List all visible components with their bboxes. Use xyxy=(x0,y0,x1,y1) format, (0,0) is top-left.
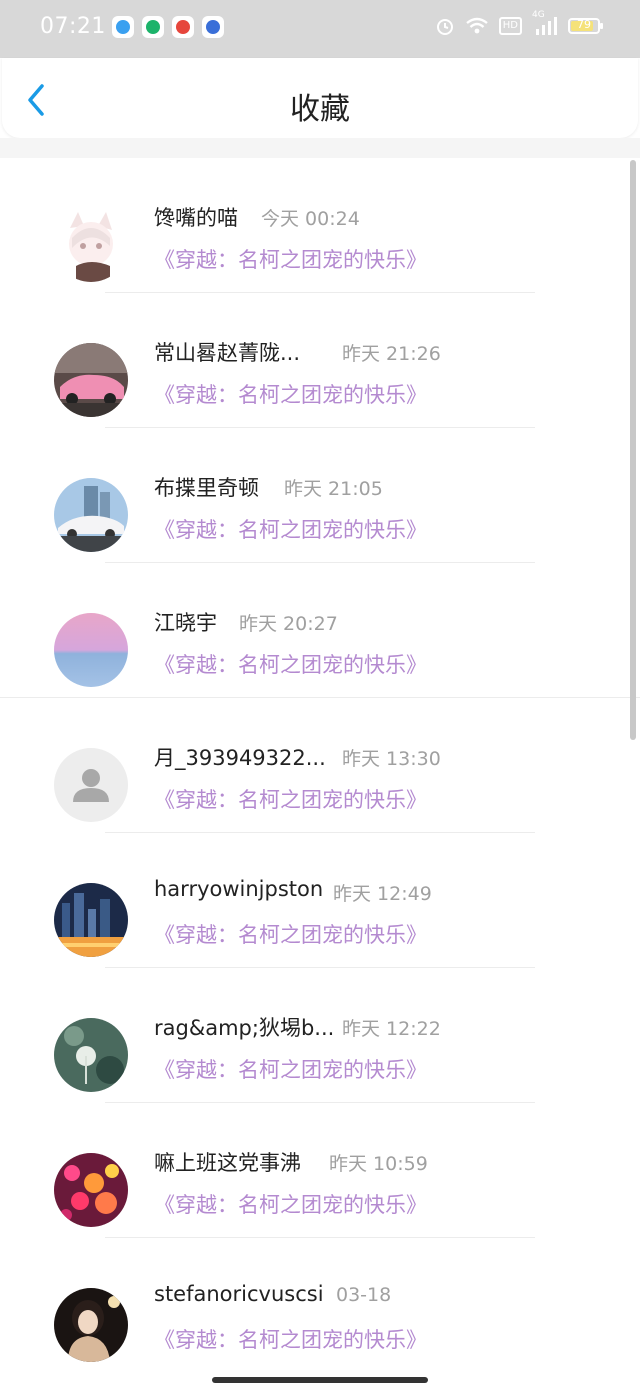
avatar[interactable] xyxy=(54,1288,128,1362)
book-title[interactable]: 《穿越：名柯之团宠的快乐》 xyxy=(154,379,427,409)
book-title[interactable]: 《穿越：名柯之团宠的快乐》 xyxy=(154,919,427,949)
favorites-list: 馋嘴的喵 今天 00:24 《穿越：名柯之团宠的快乐》 常山晷赵菁陇... 昨天… xyxy=(0,158,640,1373)
list-item[interactable]: 嘛上班这党事沸 昨天 10:59 《穿越：名柯之团宠的快乐》 xyxy=(0,1103,640,1238)
list-item[interactable]: 常山晷赵菁陇... 昨天 21:26 《穿越：名柯之团宠的快乐》 xyxy=(0,293,640,428)
list-item[interactable]: rag&amp;狄埸b... 昨天 12:22 《穿越：名柯之团宠的快乐》 xyxy=(0,968,640,1103)
user-name[interactable]: 布揲里奇顿 xyxy=(154,472,259,502)
list-item[interactable]: 布揲里奇顿 昨天 21:05 《穿越：名柯之团宠的快乐》 xyxy=(0,428,640,563)
alarm-icon xyxy=(435,16,455,36)
signal-icon: 4G xyxy=(532,10,558,36)
favorite-time: 昨天 21:26 xyxy=(342,343,441,365)
home-indicator[interactable] xyxy=(212,1377,428,1383)
header-spacer xyxy=(0,138,640,158)
map-pin-app-icon xyxy=(172,16,194,38)
hd-icon: HD xyxy=(498,17,522,35)
user-name[interactable]: 江晓宇 xyxy=(154,607,217,637)
favorite-time: 今天 00:24 xyxy=(261,208,360,230)
user-name[interactable]: stefanoricvuscsi xyxy=(154,1282,324,1306)
status-time: 07:21 xyxy=(40,14,106,39)
book-title[interactable]: 《穿越：名柯之团宠的快乐》 xyxy=(154,514,427,544)
avatar[interactable] xyxy=(54,748,128,822)
scrollbar[interactable] xyxy=(630,160,636,740)
avatar[interactable] xyxy=(54,1153,128,1227)
book-title[interactable]: 《穿越：名柯之团宠的快乐》 xyxy=(154,1324,427,1354)
page-title: 收藏 xyxy=(290,92,350,127)
avatar[interactable] xyxy=(54,208,128,282)
system-icons: HD 4G 79 xyxy=(435,10,603,36)
user-name[interactable]: harryowinjpston xyxy=(154,877,323,901)
favorite-time: 昨天 12:49 xyxy=(333,883,432,905)
book-title[interactable]: 《穿越：名柯之团宠的快乐》 xyxy=(154,649,427,679)
user-name[interactable]: 常山晷赵菁陇... xyxy=(154,337,300,367)
user-name[interactable]: 嘛上班这党事沸 xyxy=(154,1147,301,1177)
favorite-time: 昨天 13:30 xyxy=(342,748,441,770)
wifi-icon xyxy=(465,16,489,36)
avatar[interactable] xyxy=(54,1018,128,1092)
notification-icons xyxy=(112,16,224,40)
favorite-time: 昨天 10:59 xyxy=(329,1153,428,1175)
book-title[interactable]: 《穿越：名柯之团宠的快乐》 xyxy=(154,1189,427,1219)
user-name[interactable]: 月_393949322... xyxy=(154,742,326,772)
avatar[interactable] xyxy=(54,613,128,687)
list-item[interactable]: 馋嘴的喵 今天 00:24 《穿越：名柯之团宠的快乐》 xyxy=(0,158,640,293)
battery-level: 79 xyxy=(577,18,591,31)
user-name[interactable]: 馋嘴的喵 xyxy=(154,202,238,232)
edge-browser-icon xyxy=(142,16,164,38)
browser-notification-icon xyxy=(112,16,134,38)
list-item[interactable]: 江晓宇 昨天 20:27 《穿越：名柯之团宠的快乐》 xyxy=(0,563,640,698)
avatar[interactable] xyxy=(54,343,128,417)
battery-icon: 79 xyxy=(568,18,603,34)
favorite-time: 昨天 20:27 xyxy=(239,613,338,635)
favorite-time: 03-18 xyxy=(336,1284,392,1306)
book-title[interactable]: 《穿越：名柯之团宠的快乐》 xyxy=(154,784,427,814)
user-name[interactable]: rag&amp;狄埸b... xyxy=(154,1012,334,1042)
list-item[interactable]: stefanoricvuscsi 03-18 《穿越：名柯之团宠的快乐》 xyxy=(0,1238,640,1373)
avatar[interactable] xyxy=(54,478,128,552)
book-title[interactable]: 《穿越：名柯之团宠的快乐》 xyxy=(154,244,427,274)
page-header: 收藏 xyxy=(2,58,638,138)
avatar[interactable] xyxy=(54,883,128,957)
book-title[interactable]: 《穿越：名柯之团宠的快乐》 xyxy=(154,1054,427,1084)
favorite-time: 昨天 21:05 xyxy=(284,478,383,500)
favorite-time: 昨天 12:22 xyxy=(342,1018,441,1040)
list-item[interactable]: harryowinjpston 昨天 12:49 《穿越：名柯之团宠的快乐》 xyxy=(0,833,640,968)
status-bar: 07:21 HD 4G 79 xyxy=(0,0,640,58)
camera-app-icon xyxy=(202,16,224,38)
list-item[interactable]: 月_393949322... 昨天 13:30 《穿越：名柯之团宠的快乐》 xyxy=(0,698,640,833)
